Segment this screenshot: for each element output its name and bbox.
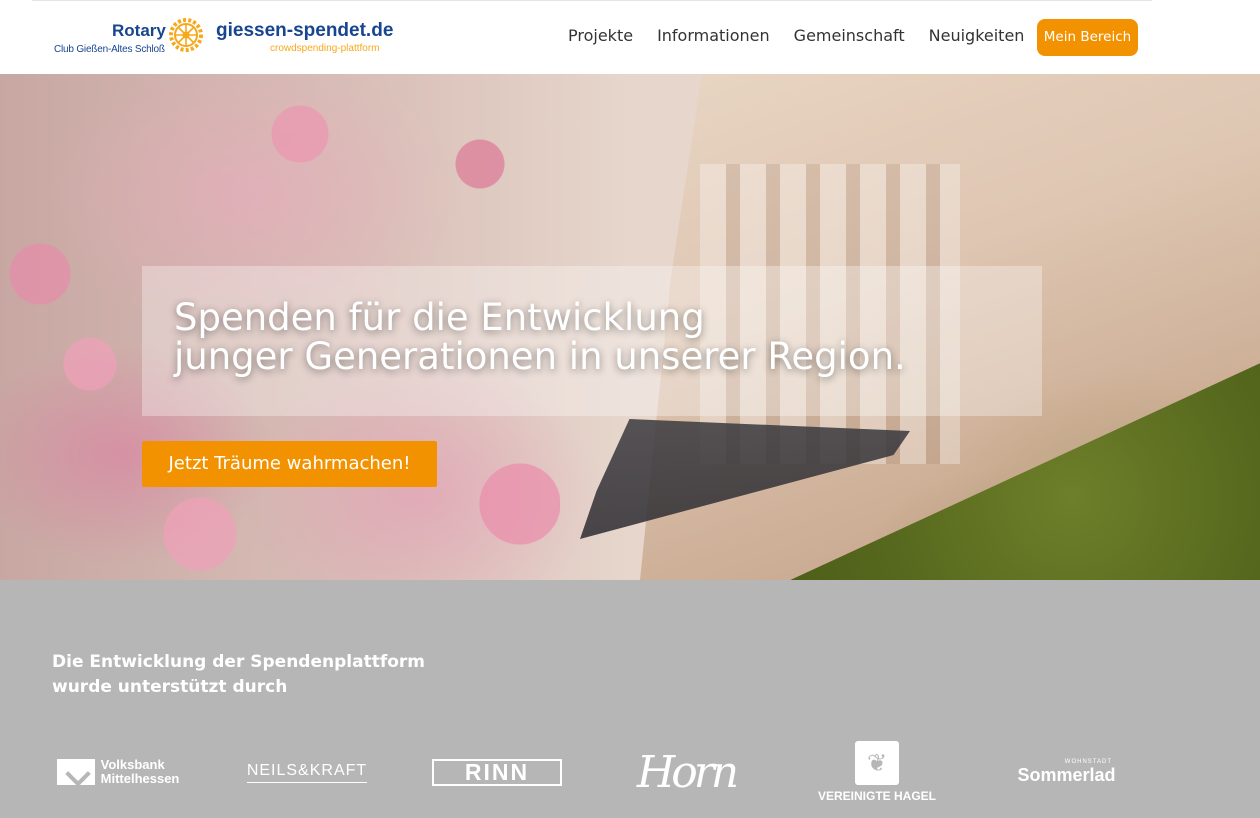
volksbank-line-1: Volksbank (100, 757, 165, 772)
sommerlad-text: Sommerlad (1017, 764, 1116, 785)
rotary-wheel-icon (169, 18, 203, 52)
nav-item-informationen[interactable]: Informationen (657, 26, 770, 45)
sponsors-heading: Die Entwicklung der Spendenplattform wur… (52, 650, 425, 700)
sponsors-section: Die Entwicklung der Spendenplattform wur… (0, 580, 1260, 818)
sponsor-logo-vereinigte-hagel[interactable]: ❦ VEREINIGTE HAGEL (814, 740, 940, 804)
sponsors-heading-line-1: Die Entwicklung der Spendenplattform (52, 652, 426, 672)
volksbank-line-2: Mittelhessen (100, 771, 180, 786)
site-name: giessen-spendet.de (216, 20, 394, 41)
neils-kraft-text: NEILS&KRAFT (246, 762, 368, 783)
account-button[interactable]: Mein Bereich (1037, 19, 1138, 56)
sponsor-logo-neils-kraft[interactable]: NEILS&KRAFT (246, 740, 368, 804)
site-header: Rotary Club Gießen-Altes Schloß giessen-… (0, 0, 1260, 74)
sponsor-logo-volksbank[interactable]: Volksbank Mittelhessen (52, 740, 184, 804)
hagel-text: VEREINIGTE HAGEL (817, 789, 936, 803)
hagel-leaf-icon: ❦ (855, 741, 899, 785)
volksbank-text: Volksbank Mittelhessen (101, 758, 180, 786)
nav-item-gemeinschaft[interactable]: Gemeinschaft (794, 26, 905, 45)
hero-cta-button[interactable]: Jetzt Träume wahrmachen! (142, 441, 437, 487)
nav-item-projekte[interactable]: Projekte (568, 26, 633, 45)
rinn-text: RINN (432, 758, 562, 786)
sponsor-logo-rinn[interactable]: RINN (432, 740, 562, 804)
rotary-club-name: Club Gießen-Altes Schloß (54, 44, 165, 55)
sponsors-heading-line-2: wurde unterstützt durch (52, 677, 288, 697)
rotary-logo-name: Rotary (112, 21, 166, 40)
main-nav: Projekte Informationen Gemeinschaft Neui… (568, 26, 1048, 45)
sponsor-logo-horn[interactable]: Horn (625, 740, 747, 804)
hero-banner: Spenden für die Entwicklung junger Gener… (0, 74, 1260, 580)
site-logo[interactable]: Rotary Club Gießen-Altes Schloß giessen-… (54, 16, 394, 58)
sponsor-logo-sommerlad[interactable]: WOHNSTADT Sommerlad (1001, 740, 1132, 804)
hero-title-line-1: Spenden für die Entwicklung (174, 296, 705, 339)
horn-signature: Horn (636, 746, 739, 798)
site-tagline: crowdspending-plattform (270, 43, 380, 54)
header-divider (32, 0, 1152, 1)
nav-item-neuigkeiten[interactable]: Neuigkeiten (929, 26, 1025, 45)
hero-title-line-2: junger Generationen in unserer Region. (174, 335, 906, 378)
hero-title: Spenden für die Entwicklung junger Gener… (174, 298, 906, 376)
volksbank-icon (56, 759, 95, 785)
